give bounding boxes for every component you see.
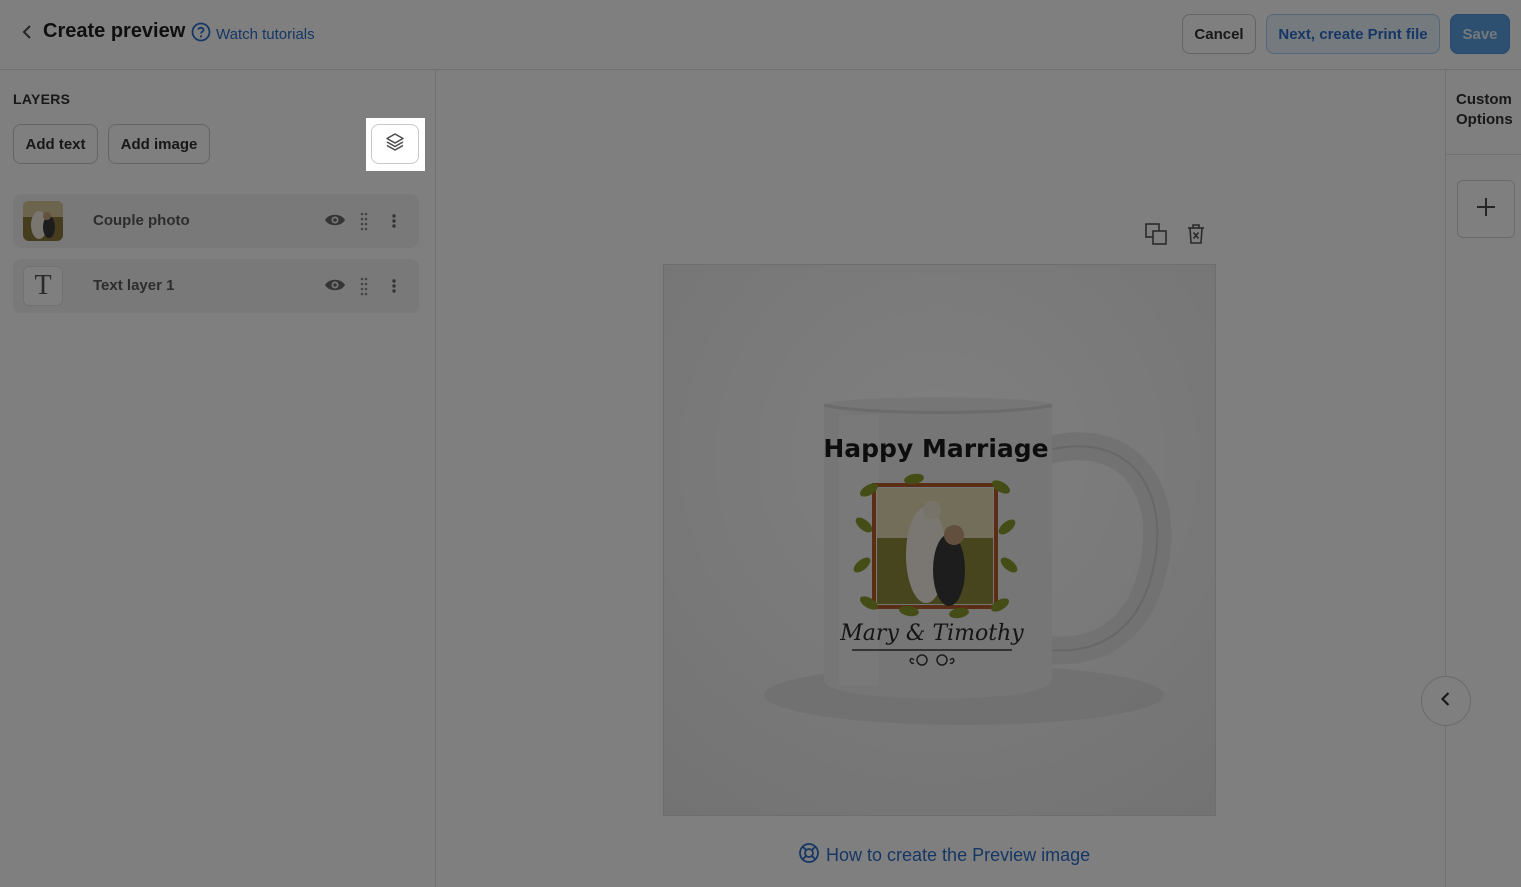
- collapse-panel-button[interactable]: [1421, 676, 1471, 726]
- layers-order-button[interactable]: [371, 124, 419, 164]
- drag-handle-icon[interactable]: [358, 274, 370, 298]
- preview-help-link[interactable]: How to create the Preview image: [798, 842, 1090, 869]
- mug-names-text: Mary & Timothy: [839, 621, 1024, 646]
- preview-help-label: How to create the Preview image: [826, 845, 1091, 865]
- couple-photo: [877, 488, 993, 606]
- save-button[interactable]: Save: [1450, 14, 1510, 54]
- more-vertical-icon[interactable]: [388, 209, 400, 233]
- watch-tutorials-link[interactable]: Watch tutorials: [191, 22, 315, 46]
- custom-options-heading: Custom Options: [1456, 91, 1513, 128]
- lifebuoy-icon: [798, 842, 820, 869]
- eye-icon[interactable]: [323, 210, 347, 230]
- cancel-button[interactable]: Cancel: [1182, 14, 1256, 54]
- layer-item-text-layer-1[interactable]: T Text layer 1: [13, 259, 419, 313]
- layer-thumbnail-photo: [23, 201, 63, 241]
- mug-title-text: Happy Marriage: [823, 434, 1048, 463]
- back-chevron-icon[interactable]: [18, 20, 38, 44]
- trash-x-icon[interactable]: [1183, 221, 1209, 247]
- layers-heading: LAYERS: [13, 91, 71, 107]
- preview-image-frame[interactable]: Happy Marriage Mary & Timothy: [663, 264, 1216, 816]
- more-vertical-icon[interactable]: [388, 274, 400, 298]
- layer-thumbnail-text: T: [23, 266, 63, 306]
- watch-tutorials-label: Watch tutorials: [216, 25, 315, 43]
- mug-preview-image: Happy Marriage Mary & Timothy: [764, 397, 1172, 725]
- layers-panel: LAYERS Add text Add image Couple photo T…: [0, 70, 436, 887]
- layer-name: Couple photo: [93, 212, 190, 229]
- question-circle-icon: [191, 22, 211, 46]
- add-custom-option-button[interactable]: [1457, 180, 1515, 238]
- custom-options-panel: Custom Options: [1445, 70, 1521, 887]
- next-create-print-file-button[interactable]: Next, create Print file: [1266, 14, 1440, 54]
- chevron-left-icon: [1436, 689, 1456, 714]
- add-text-button[interactable]: Add text: [13, 124, 98, 164]
- add-image-button[interactable]: Add image: [108, 124, 210, 164]
- custom-options-divider: [1446, 154, 1521, 155]
- layer-name: Text layer 1: [93, 277, 175, 294]
- eye-icon[interactable]: [323, 275, 347, 295]
- layers-stack-icon: [384, 131, 406, 158]
- top-bar: Create preview Watch tutorials Cancel Ne…: [0, 0, 1521, 70]
- drag-handle-icon[interactable]: [358, 209, 370, 233]
- page-title: Create preview: [43, 20, 186, 42]
- layer-item-couple-photo[interactable]: Couple photo: [13, 194, 419, 248]
- preview-canvas-area: Happy Marriage Mary & Timothy How to cre…: [437, 70, 1445, 887]
- plus-icon: [1475, 196, 1497, 223]
- duplicate-icon[interactable]: [1143, 221, 1169, 247]
